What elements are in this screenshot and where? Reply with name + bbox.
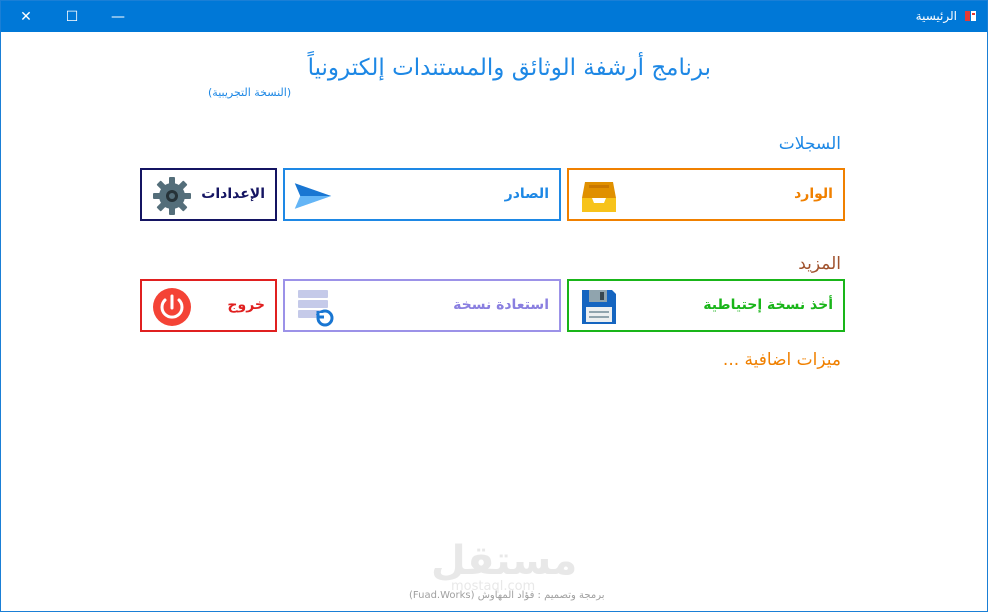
restore-button[interactable]: استعادة نسخة — [283, 279, 561, 332]
restore-label: استعادة نسخة — [453, 297, 549, 313]
outbox-label: الصادر — [504, 186, 549, 202]
more-section-label: المزيد — [798, 254, 841, 274]
window-title: الرئيسية — [915, 9, 957, 23]
minimize-icon: — — [111, 8, 125, 25]
page-title: برنامج أرشفة الوثائق والمستندات إلكتروني… — [307, 55, 711, 81]
title-bar: ✕ ☐ — الرئيسية — [1, 1, 987, 32]
edition-label: (النسخة التجريبية) — [208, 86, 292, 99]
inbox-button[interactable]: الوارد — [567, 168, 845, 221]
paper-plane-icon — [294, 183, 332, 209]
settings-button[interactable]: الإعدادات — [140, 168, 277, 221]
maximize-icon: ☐ — [65, 8, 79, 25]
inbox-label: الوارد — [794, 186, 833, 202]
exit-label: خروج — [227, 297, 265, 313]
gear-icon — [153, 177, 191, 215]
close-icon: ✕ — [20, 8, 32, 25]
exit-button[interactable]: خروج — [140, 279, 277, 332]
close-button[interactable]: ✕ — [3, 1, 49, 32]
maximize-button[interactable]: ☐ — [49, 1, 95, 32]
extra-features-link[interactable]: ميزات اضافية ... — [723, 350, 841, 370]
database-restore-icon — [298, 290, 334, 327]
backup-label: أخذ نسخة إحتياطية — [703, 297, 833, 313]
power-icon — [153, 288, 191, 326]
settings-label: الإعدادات — [201, 186, 265, 202]
backup-button[interactable]: أخذ نسخة إحتياطية — [567, 279, 845, 332]
outbox-button[interactable]: الصادر — [283, 168, 561, 221]
floppy-disk-icon — [582, 290, 616, 324]
credit-text: برمجة وتصميم : فؤاد المهاوش (Fuad.Works) — [409, 590, 605, 601]
watermark-logo: مستقل — [431, 538, 578, 584]
app-icon — [965, 11, 976, 21]
minimize-button[interactable]: — — [95, 1, 141, 32]
main-window: ✕ ☐ — الرئيسية برنامج أرشفة الوثائق والم… — [0, 0, 988, 612]
inbox-tray-icon — [582, 182, 616, 212]
records-section-label: السجلات — [778, 134, 841, 154]
